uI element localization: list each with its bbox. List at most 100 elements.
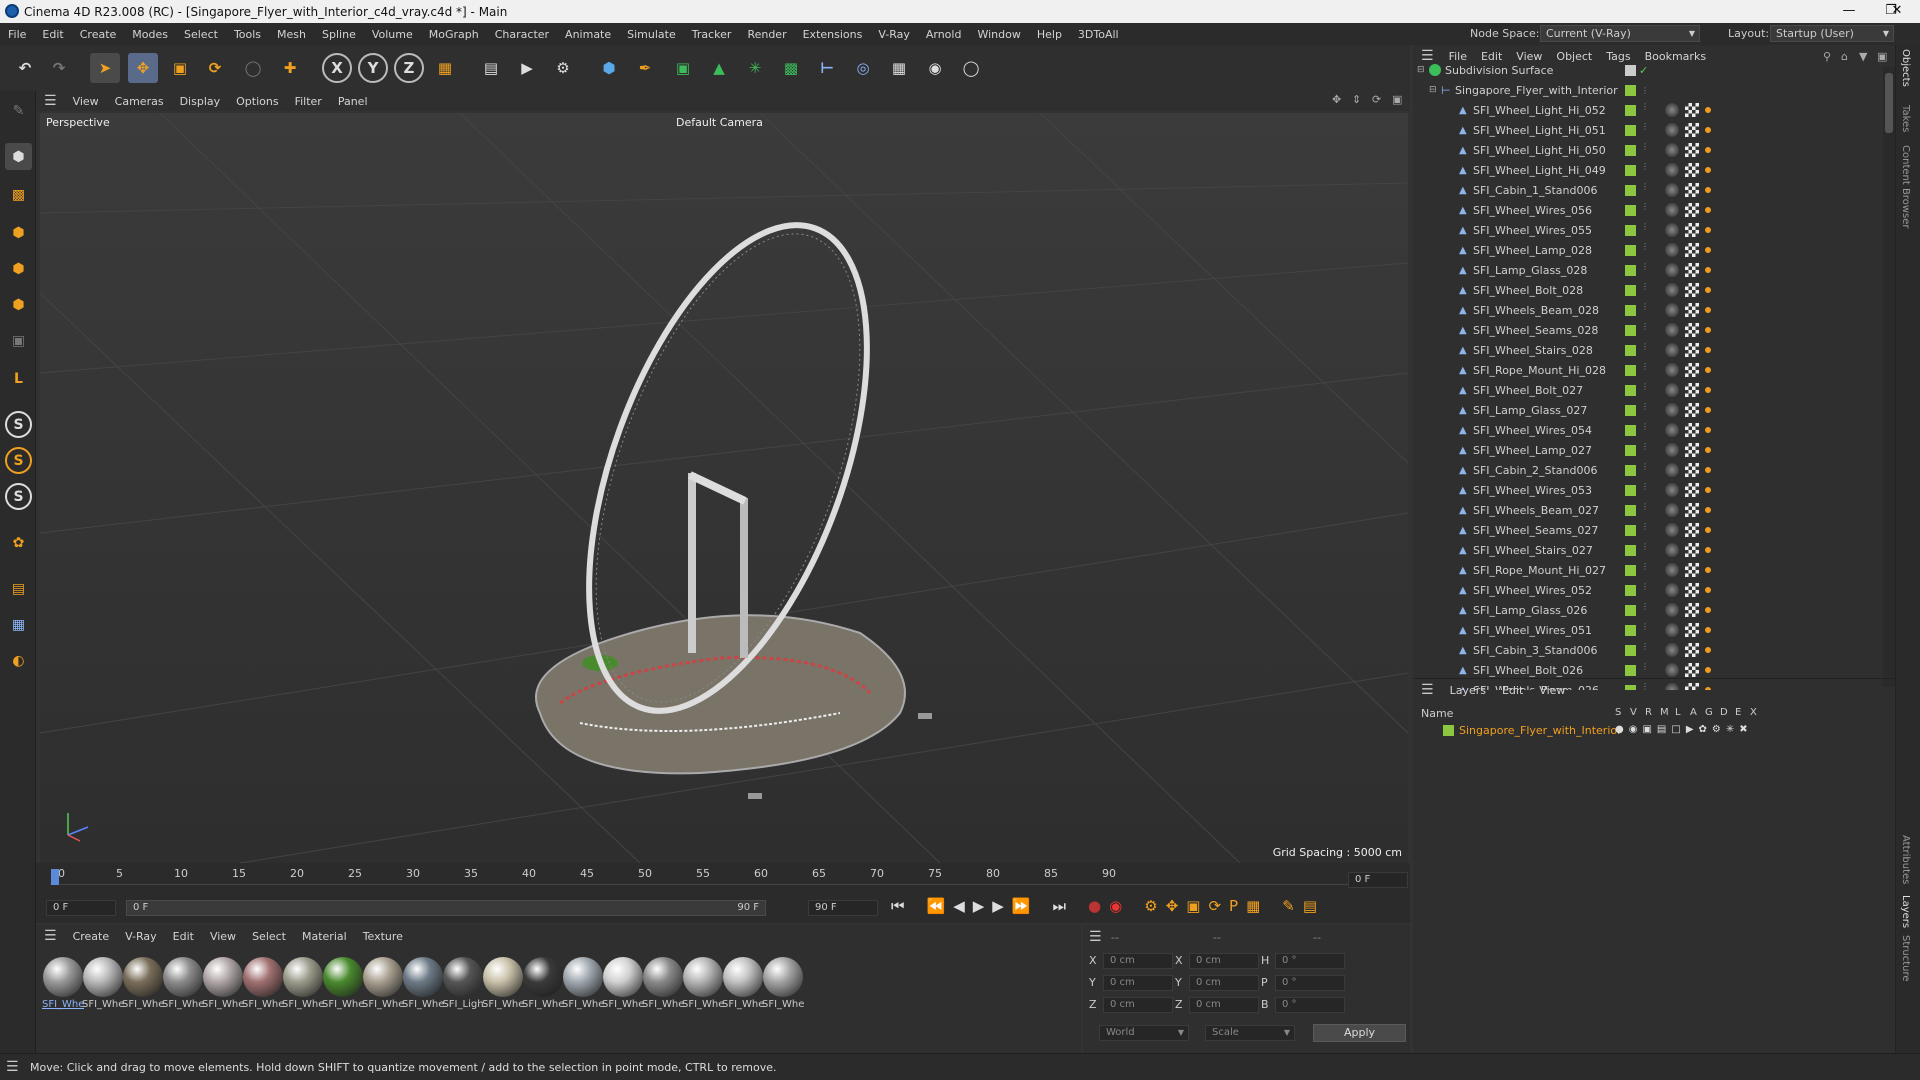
tab-content-browser[interactable]: Content Browser [1900,145,1911,228]
layer-menu-layers[interactable]: Layers [1442,684,1494,697]
object-row[interactable]: ▲ SFI_Wheel_Wires_055 ⋮ [1413,220,1883,240]
key-rotation-icon[interactable]: ⟳ [1208,897,1221,915]
viewport-menu-cameras[interactable]: Cameras [107,95,172,108]
visibility-dots-icon[interactable]: ⋮ [1641,303,1649,316]
selection-tag-icon[interactable] [1705,507,1711,513]
material-tag-icon[interactable] [1665,403,1679,417]
coord-field[interactable]: 0 cm [1189,975,1259,991]
layout-dropdown[interactable]: Startup (User) ▼ [1770,25,1894,42]
uv-tag-icon[interactable] [1685,443,1699,457]
uv-tag-icon[interactable] [1685,263,1699,277]
material-tag-icon[interactable] [1665,123,1679,137]
material-tag-icon[interactable] [1665,483,1679,497]
pen-spline-icon[interactable]: ✒ [630,53,660,83]
material-swatch[interactable]: SFI_Whe [282,955,324,1017]
material-menu-select[interactable]: Select [244,930,294,943]
visibility-dots-icon[interactable]: ⋮ [1641,223,1649,236]
viewport-maximize-icon[interactable]: ▣ [1392,93,1402,106]
hamburger-icon[interactable]: ☰ [36,93,65,109]
object-row[interactable]: ▲ SFI_Wheel_Lamp_028 ⋮ [1413,240,1883,260]
polygon-mode-icon[interactable]: ⬢ [5,291,32,318]
layer-row[interactable]: Singapore_Flyer_with_Interior ● ◉ ▣ ▤ □ … [1413,722,1883,740]
material-tag-icon[interactable] [1665,283,1679,297]
deformer-icon[interactable]: ⚙ [1712,724,1721,735]
material-tag-icon[interactable] [1665,603,1679,617]
selection-tag-icon[interactable] [1705,407,1711,413]
3d-viewport[interactable]: Perspective Default Camera Grid Spacing … [40,113,1408,863]
selection-tag-icon[interactable] [1705,147,1711,153]
visibility-dots-icon[interactable]: ⋮ [1641,443,1649,456]
visibility-dots-icon[interactable]: ⋮ [1641,203,1649,216]
visibility-dots-icon[interactable]: ⋮ [1641,403,1649,416]
magnet-icon[interactable]: ✿ [5,529,32,556]
material-swatch[interactable]: SFI_Whe [522,955,564,1017]
generator-icon[interactable]: ✿ [1699,724,1707,735]
start-frame-field[interactable]: 0 F [46,900,116,916]
subdivision-icon[interactable]: ▣ [668,53,698,83]
menu-spline[interactable]: Spline [314,28,364,41]
viewport-menu-panel[interactable]: Panel [330,95,376,108]
uv-tag-icon[interactable] [1685,483,1699,497]
selection-tag-icon[interactable] [1705,427,1711,433]
object-row[interactable]: ▲ SFI_Lamp_Glass_028 ⋮ [1413,260,1883,280]
menu-file[interactable]: File [0,28,34,41]
selection-tag-icon[interactable] [1705,347,1711,353]
material-swatch[interactable]: SFI_Whe [82,955,124,1017]
menu-tracker[interactable]: Tracker [684,28,740,41]
object-row[interactable]: ▲ SFI_Wheels_Beam_027 ⋮ [1413,500,1883,520]
selection-tag-icon[interactable] [1705,527,1711,533]
menu-render[interactable]: Render [739,28,794,41]
uv-tag-icon[interactable] [1685,463,1699,477]
material-tag-icon[interactable] [1665,643,1679,657]
key-position-icon[interactable]: ✥ [1166,897,1179,915]
x-axis-icon[interactable]: X [322,53,352,83]
visibility-dots-icon[interactable]: ⋮ [1641,123,1649,136]
edge-mode-icon[interactable]: ⬢ [5,255,32,282]
apply-button[interactable]: Apply [1313,1024,1406,1042]
object-row[interactable]: ▲ SFI_Wheel_Light_Hi_050 ⋮ [1413,140,1883,160]
menu-mograph[interactable]: MoGraph [421,28,487,41]
material-swatch[interactable]: SFI_Whe [722,955,764,1017]
collapse-icon[interactable]: ⊟ [1429,85,1437,95]
object-row[interactable]: ▲ SFI_Wheel_Stairs_028 ⋮ [1413,340,1883,360]
object-row[interactable]: ▲ SFI_Rope_Mount_Hi_027 ⋮ [1413,560,1883,580]
tab-takes[interactable]: Takes [1900,105,1911,132]
object-row[interactable]: ▲ SFI_Wheel_Seams_028 ⋮ [1413,320,1883,340]
end-frame-field[interactable]: 90 F [808,900,878,916]
visibility-dots-icon[interactable]: ⋮ [1641,603,1649,616]
key-pla-icon[interactable]: ▦ [1246,897,1260,915]
viewport-zoom-icon[interactable]: ⇕ [1352,93,1361,106]
selection-tag-icon[interactable] [1705,587,1711,593]
light-icon[interactable]: ◯ [956,53,986,83]
material-swatch[interactable]: SFI_Whe [682,955,724,1017]
material-swatch[interactable]: SFI_Whe [202,955,244,1017]
tab-layers[interactable]: Layers [1900,895,1911,928]
go-to-start-icon[interactable]: ⏮ [891,897,905,915]
material-tag-icon[interactable] [1665,363,1679,377]
key-selection-icon[interactable]: ⚙ [1144,897,1157,915]
viewport-move-icon[interactable]: ✥ [1332,93,1341,106]
visibility-dots-icon[interactable]: ⋮ [1641,523,1649,536]
coord-field[interactable]: 0 cm [1103,975,1173,991]
uv-tag-icon[interactable] [1685,583,1699,597]
motion-icon[interactable]: ✎ [1282,897,1295,915]
object-row[interactable]: ▲ SFI_Lamp_Glass_026 ⋮ [1413,600,1883,620]
material-swatch[interactable]: SFI_Whe [402,955,444,1017]
point-mode-icon[interactable]: ⬢ [5,219,32,246]
visibility-dots-icon[interactable]: ⋮ [1641,663,1649,676]
uv-tag-icon[interactable] [1685,503,1699,517]
material-menu-texture[interactable]: Texture [355,930,411,943]
object-row[interactable]: ▲ SFI_Wheel_Wires_054 ⋮ [1413,420,1883,440]
coord-field[interactable]: 0 ° [1275,953,1345,969]
uv-tag-icon[interactable] [1685,523,1699,537]
lock-workplane-icon[interactable]: ◐ [5,647,32,674]
object-row-group[interactable]: ⊟ ⊢ Singapore_Flyer_with_Interior ⋮ [1413,80,1883,100]
cube-icon[interactable]: ⬢ [594,53,624,83]
node-space-dropdown[interactable]: Current (V-Ray) ▼ [1540,25,1700,42]
expression-icon[interactable]: ✳ [1726,724,1734,735]
selection-tag-icon[interactable] [1705,287,1711,293]
selection-tag-icon[interactable] [1705,447,1711,453]
grid-icon[interactable]: ▦ [5,611,32,638]
play-icon[interactable]: ▶ [973,897,985,915]
uv-tag-icon[interactable] [1685,123,1699,137]
